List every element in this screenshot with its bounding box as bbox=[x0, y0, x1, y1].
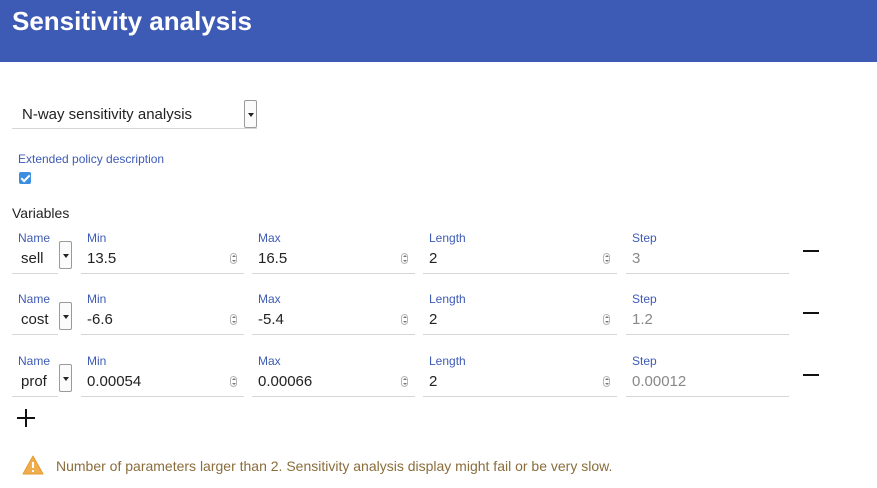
min-field[interactable]: Min -6.6 bbox=[81, 292, 244, 340]
stepper-icon[interactable] bbox=[401, 253, 408, 264]
variable-name-value: prof bbox=[21, 373, 47, 390]
min-label: Min bbox=[87, 292, 107, 306]
chevron-down-icon bbox=[63, 315, 69, 319]
chevron-down-icon bbox=[63, 377, 69, 381]
stepper-icon[interactable] bbox=[603, 376, 610, 387]
min-label: Min bbox=[87, 231, 107, 245]
length-value: 2 bbox=[429, 311, 438, 328]
analysis-type-select[interactable]: N-way sensitivity analysis bbox=[12, 99, 257, 129]
stepper-icon[interactable] bbox=[230, 376, 237, 387]
variable-name-value: sell bbox=[21, 250, 44, 267]
min-label: Min bbox=[87, 354, 107, 368]
min-input[interactable]: 0.00054 bbox=[81, 369, 244, 397]
variable-row: Name sell Min 13.5 Max 16.5 Length 2 Ste… bbox=[0, 231, 877, 287]
variable-name-dropdown[interactable] bbox=[59, 364, 72, 392]
remove-variable-button[interactable] bbox=[803, 374, 819, 376]
min-field[interactable]: Min 13.5 bbox=[81, 231, 244, 279]
remove-variable-button[interactable] bbox=[803, 250, 819, 252]
remove-variable-button[interactable] bbox=[803, 312, 819, 314]
step-output: 1.2 bbox=[626, 307, 789, 335]
length-field[interactable]: Length 2 bbox=[423, 354, 617, 402]
extended-policy-label: Extended policy description bbox=[18, 152, 165, 166]
min-input[interactable]: 13.5 bbox=[81, 246, 244, 274]
step-field: Step 3 bbox=[626, 231, 789, 279]
step-value: 1.2 bbox=[632, 311, 653, 328]
stepper-icon[interactable] bbox=[401, 376, 408, 387]
min-value: 13.5 bbox=[87, 250, 117, 267]
min-value: 0.00054 bbox=[87, 373, 142, 390]
variable-name-field[interactable]: Name sell bbox=[12, 231, 76, 279]
min-field[interactable]: Min 0.00054 bbox=[81, 354, 244, 402]
step-label: Step bbox=[632, 231, 657, 245]
length-input[interactable]: 2 bbox=[423, 246, 617, 274]
stepper-icon[interactable] bbox=[603, 314, 610, 325]
step-output: 0.00012 bbox=[626, 369, 789, 397]
name-label: Name bbox=[18, 292, 51, 306]
variable-name-dropdown[interactable] bbox=[59, 302, 72, 330]
length-value: 2 bbox=[429, 373, 438, 390]
max-value: 16.5 bbox=[258, 250, 288, 267]
step-field: Step 0.00012 bbox=[626, 354, 789, 402]
stepper-icon[interactable] bbox=[401, 314, 408, 325]
max-field[interactable]: Max 16.5 bbox=[252, 231, 415, 279]
max-field[interactable]: Max -5.4 bbox=[252, 292, 415, 340]
length-field[interactable]: Length 2 bbox=[423, 292, 617, 340]
variable-name-field[interactable]: Name prof bbox=[12, 354, 76, 402]
length-label: Length bbox=[429, 354, 466, 368]
max-value: 0.00066 bbox=[258, 373, 313, 390]
stepper-icon[interactable] bbox=[230, 253, 237, 264]
min-input[interactable]: -6.6 bbox=[81, 307, 244, 335]
step-field: Step 1.2 bbox=[626, 292, 789, 340]
step-output: 3 bbox=[626, 246, 789, 274]
length-field[interactable]: Length 2 bbox=[423, 231, 617, 279]
max-label: Max bbox=[258, 354, 281, 368]
max-field[interactable]: Max 0.00066 bbox=[252, 354, 415, 402]
stepper-icon[interactable] bbox=[230, 314, 237, 325]
length-input[interactable]: 2 bbox=[423, 369, 617, 397]
step-value: 0.00012 bbox=[632, 373, 687, 390]
length-value: 2 bbox=[429, 250, 438, 267]
length-label: Length bbox=[429, 231, 466, 245]
analysis-type-value: N-way sensitivity analysis bbox=[22, 106, 193, 123]
variable-name-select[interactable]: prof bbox=[12, 369, 58, 397]
max-label: Max bbox=[258, 292, 281, 306]
page-header: Sensitivity analysis bbox=[0, 0, 877, 62]
variable-row: Name prof Min 0.00054 Max 0.00066 Length… bbox=[0, 354, 877, 410]
variable-name-select[interactable]: cost bbox=[12, 307, 58, 335]
length-label: Length bbox=[429, 292, 466, 306]
max-value: -5.4 bbox=[258, 311, 284, 328]
chevron-down-icon bbox=[248, 113, 254, 117]
min-value: -6.6 bbox=[87, 311, 113, 328]
stepper-icon[interactable] bbox=[603, 253, 610, 264]
variable-name-field[interactable]: Name cost bbox=[12, 292, 76, 340]
dropdown-toggle[interactable] bbox=[244, 100, 257, 128]
variable-name-select[interactable]: sell bbox=[12, 246, 58, 274]
max-input[interactable]: -5.4 bbox=[252, 307, 415, 335]
name-label: Name bbox=[18, 354, 51, 368]
add-variable-button[interactable] bbox=[17, 409, 35, 427]
page-title: Sensitivity analysis bbox=[12, 6, 252, 36]
max-input[interactable]: 0.00066 bbox=[252, 369, 415, 397]
extended-policy-checkbox[interactable] bbox=[19, 172, 31, 184]
step-label: Step bbox=[632, 354, 657, 368]
variable-row: Name cost Min -6.6 Max -5.4 Length 2 Ste… bbox=[0, 292, 877, 348]
max-input[interactable]: 16.5 bbox=[252, 246, 415, 274]
max-label: Max bbox=[258, 231, 281, 245]
variable-name-value: cost bbox=[21, 311, 49, 328]
variable-name-dropdown[interactable] bbox=[59, 241, 72, 269]
step-value: 3 bbox=[632, 250, 641, 267]
warning-message: Number of parameters larger than 2. Sens… bbox=[56, 458, 613, 474]
step-label: Step bbox=[632, 292, 657, 306]
name-label: Name bbox=[18, 231, 51, 245]
warning-triangle-icon bbox=[22, 455, 44, 475]
chevron-down-icon bbox=[63, 254, 69, 258]
variables-heading: Variables bbox=[12, 205, 70, 221]
length-input[interactable]: 2 bbox=[423, 307, 617, 335]
